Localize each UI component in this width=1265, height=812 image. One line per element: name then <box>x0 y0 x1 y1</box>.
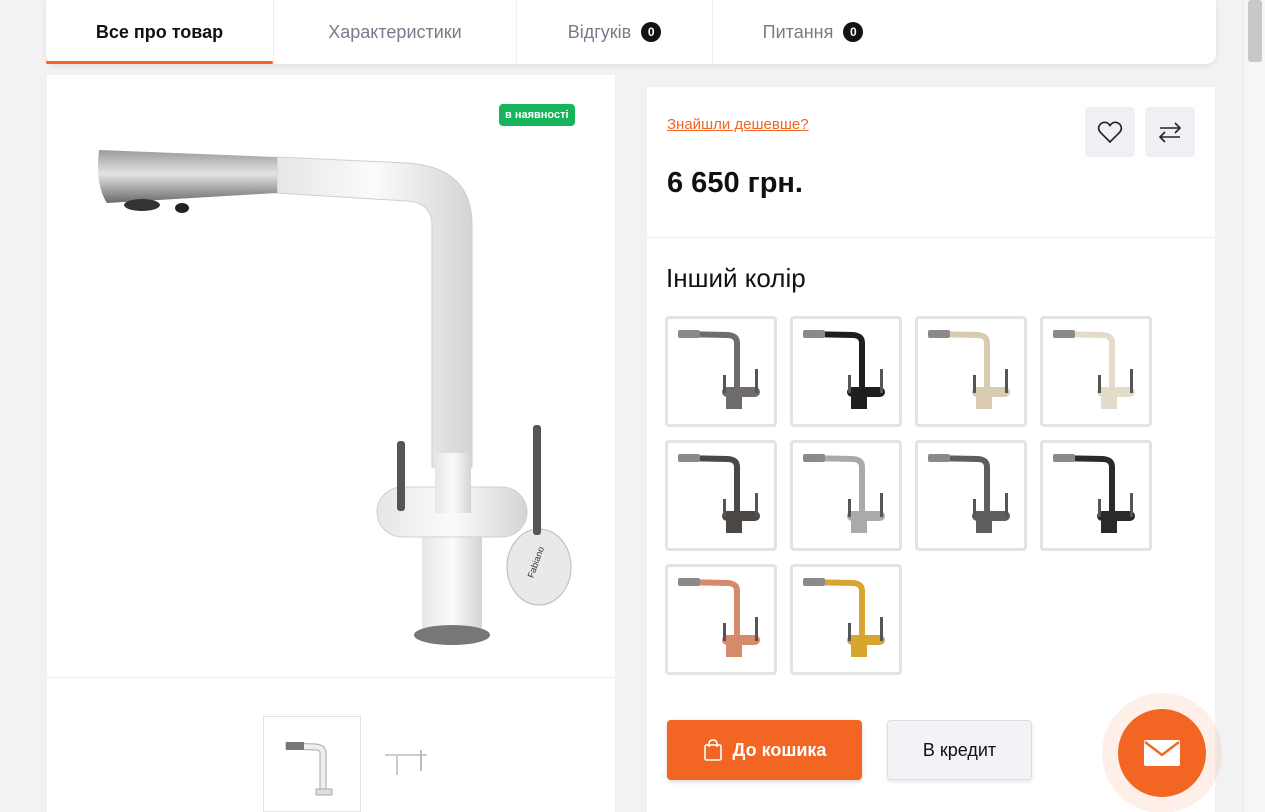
page-scrollbar[interactable] <box>1243 0 1265 812</box>
color-variant-swatch[interactable] <box>915 440 1027 551</box>
color-variant-swatch[interactable] <box>1040 316 1152 427</box>
wishlist-button[interactable] <box>1085 107 1135 157</box>
color-variant-swatch[interactable] <box>915 316 1027 427</box>
faucet-variant-image <box>678 454 760 533</box>
tab-all-about-product[interactable]: Все про товар <box>46 0 274 64</box>
color-variant-swatch[interactable] <box>665 440 777 551</box>
faucet-variant-image <box>1053 330 1135 409</box>
tab-label: Питання <box>762 21 834 42</box>
tab-label: Відгуків <box>567 21 632 42</box>
reviews-count-badge: 0 <box>641 22 662 42</box>
faucet-variant-image <box>803 578 885 657</box>
tab-label: Все про товар <box>95 21 224 42</box>
color-variant-swatch[interactable] <box>790 440 902 551</box>
color-variant-swatch[interactable] <box>665 316 777 427</box>
color-variant-swatch[interactable] <box>1040 440 1152 551</box>
contact-mail-button[interactable] <box>1118 709 1206 797</box>
faucet-image: Fabiano <box>98 150 572 645</box>
product-price: 6 650 грн. <box>667 167 803 199</box>
faucet-variant-image <box>928 454 1010 533</box>
tab-questions[interactable]: Питання 0 <box>713 0 913 64</box>
add-to-cart-label: До кошика <box>732 739 827 760</box>
other-color-title: Інший колір <box>666 263 806 293</box>
add-to-cart-button[interactable]: До кошика <box>667 720 862 780</box>
divider <box>647 237 1215 238</box>
thumbnail-faucet-image <box>385 750 427 775</box>
questions-count-badge: 0 <box>843 22 864 42</box>
tab-reviews[interactable]: Відгуків 0 <box>517 0 713 64</box>
tab-label: Характеристики <box>328 21 462 42</box>
gallery-thumbnail[interactable] <box>263 716 361 812</box>
buy-on-credit-label: В кредит <box>922 739 997 760</box>
scrollbar-thumb[interactable] <box>1248 0 1262 62</box>
gallery-thumbnail[interactable] <box>377 735 437 785</box>
product-main-image[interactable]: Fabiano в наявності <box>47 75 615 678</box>
color-variant-swatch[interactable] <box>790 316 902 427</box>
compare-arrows-icon <box>1158 122 1182 143</box>
color-variant-swatch[interactable] <box>790 564 902 675</box>
faucet-variant-image <box>928 330 1010 409</box>
faucet-variant-image <box>803 454 885 533</box>
product-gallery: Fabiano в наявності <box>47 75 615 812</box>
shopping-bag-icon <box>703 739 722 761</box>
tab-characteristics[interactable]: Характеристики <box>274 0 517 64</box>
buy-on-credit-button[interactable]: В кредит <box>887 720 1032 780</box>
heart-icon <box>1097 121 1123 144</box>
found-cheaper-link[interactable]: Знайшли дешевше? <box>667 116 809 133</box>
product-tabs: Все про товар Характеристики Відгуків 0 … <box>46 0 1216 64</box>
faucet-variant-image <box>1053 454 1135 533</box>
faucet-variant-image <box>678 578 760 657</box>
color-variant-swatch[interactable] <box>665 564 777 675</box>
compare-button[interactable] <box>1145 107 1195 157</box>
thumbnail-faucet-image <box>285 742 333 796</box>
envelope-icon <box>1144 740 1180 766</box>
faucet-variant-image <box>803 330 885 409</box>
faucet-variant-image <box>678 330 760 409</box>
in-stock-badge: в наявності <box>499 104 575 126</box>
